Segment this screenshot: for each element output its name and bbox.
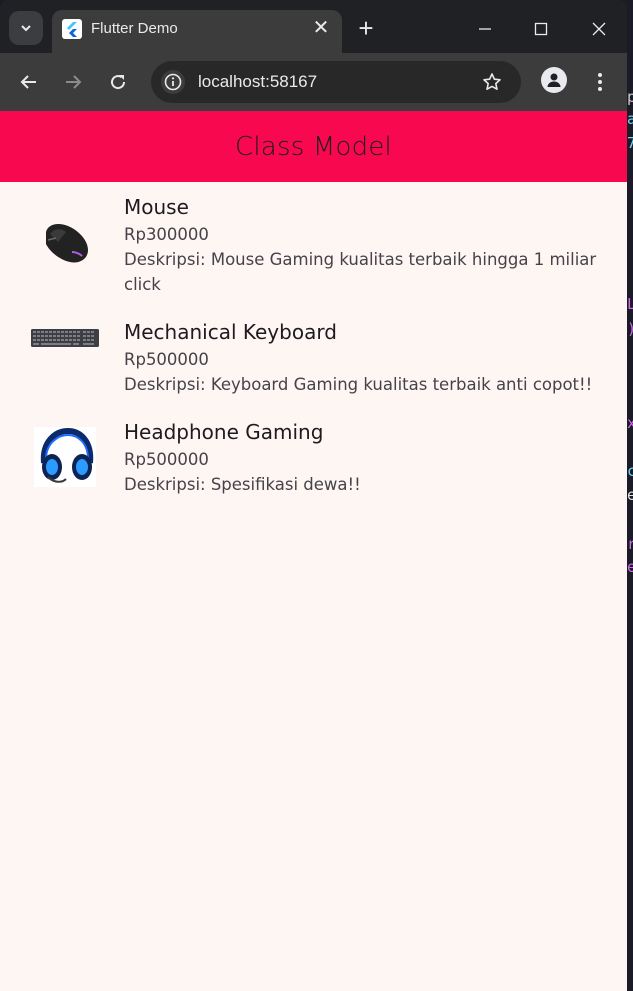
item-name: Mechanical Keyboard <box>124 320 337 344</box>
headphone-image <box>28 425 102 491</box>
mouse-image <box>28 212 102 278</box>
address-bar[interactable]: localhost:58167 <box>151 61 521 103</box>
tab-strip: Flutter Demo ✕ + <box>0 0 627 53</box>
minimize-button[interactable] <box>470 14 500 44</box>
tab-title: Flutter Demo <box>91 20 178 37</box>
maximize-icon <box>534 22 548 36</box>
page-title: Class Model <box>235 131 392 162</box>
close-icon <box>592 22 606 36</box>
maximize-button[interactable] <box>526 14 556 44</box>
reload-button[interactable] <box>103 67 133 97</box>
arrow-left-icon <box>20 75 36 89</box>
item-price: Rp500000 <box>124 450 209 469</box>
item-name: Mouse <box>124 195 189 219</box>
browser-window: Flutter Demo ✕ + localhost:58167 Class M… <box>0 0 627 991</box>
item-price: Rp300000 <box>124 225 209 244</box>
tab-close-icon[interactable]: ✕ <box>310 17 332 39</box>
app-bar: Class Model <box>0 111 627 182</box>
site-info-icon[interactable] <box>161 70 185 94</box>
flutter-icon <box>62 19 82 39</box>
browser-toolbar: localhost:58167 <box>0 53 627 111</box>
tab-flutter-demo[interactable]: Flutter Demo ✕ <box>52 10 342 53</box>
reload-icon <box>111 75 126 90</box>
close-window-button[interactable] <box>584 14 614 44</box>
chevron-down-icon <box>21 25 31 32</box>
item-description: Deskripsi: Keyboard Gaming kualitas terb… <box>124 375 593 394</box>
arrow-right-icon <box>66 75 82 89</box>
tab-search-button[interactable] <box>9 11 43 45</box>
item-description: Deskripsi: Spesifikasi dewa!! <box>124 475 361 494</box>
item-description: Deskripsi: Mouse Gaming kualitas terbaik… <box>124 250 597 294</box>
product-list: Mouse Rp300000 Deskripsi: Mouse Gaming k… <box>0 182 627 991</box>
item-name: Headphone Gaming <box>124 420 324 444</box>
item-price: Rp500000 <box>124 350 209 369</box>
bookmark-star-icon[interactable] <box>479 69 505 95</box>
more-menu-icon[interactable] <box>588 67 612 97</box>
profile-avatar-icon[interactable] <box>541 67 567 93</box>
url-text[interactable]: localhost:58167 <box>198 72 317 92</box>
keyboard-image <box>28 321 102 387</box>
forward-button[interactable] <box>58 67 88 97</box>
minimize-icon <box>479 28 491 30</box>
new-tab-button[interactable]: + <box>354 15 378 41</box>
back-button[interactable] <box>14 67 44 97</box>
